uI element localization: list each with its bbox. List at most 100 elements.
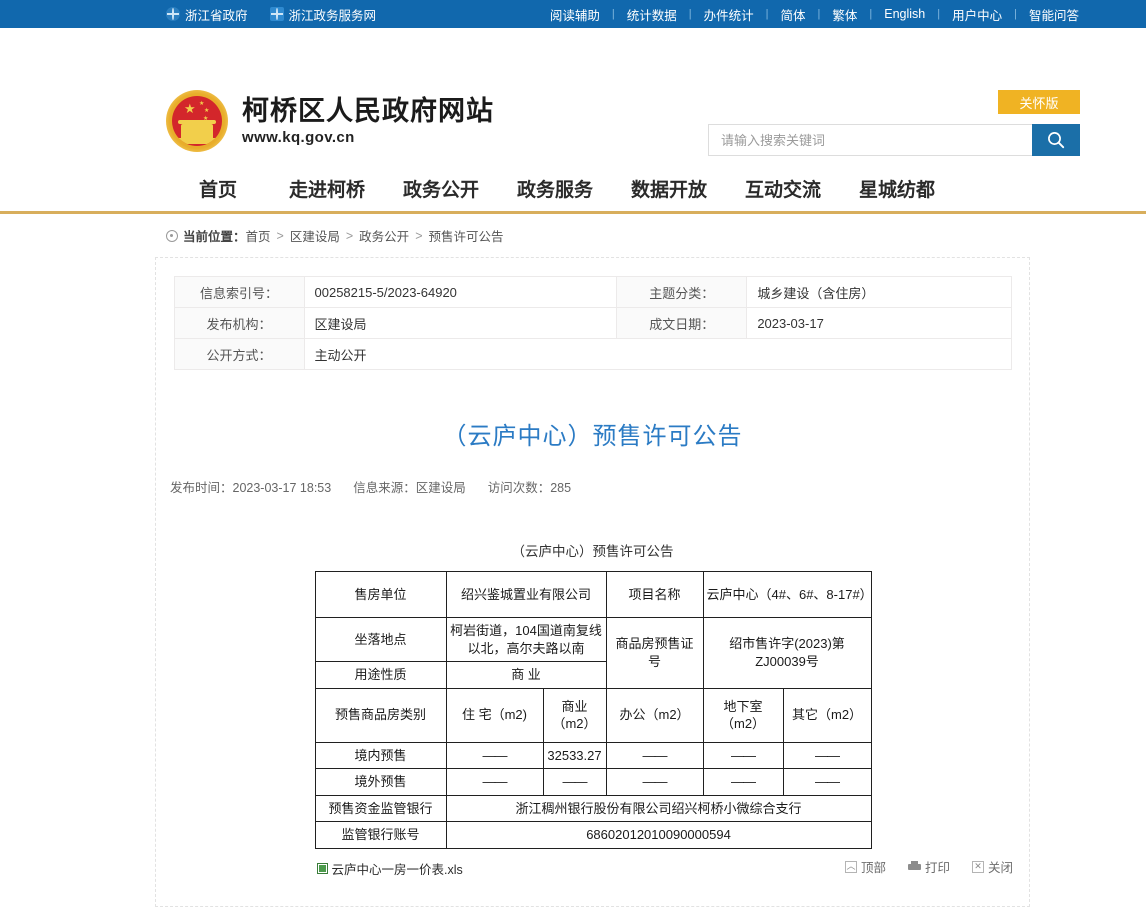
top-bar-right-links: 阅读辅助 | 统计数据 | 办件统计 | 简体 | 繁体 | English |… <box>549 5 1080 24</box>
close-button[interactable]: ✕ 关闭 <box>971 857 1013 876</box>
breadcrumb-item-presale-notice[interactable]: 预售许可公告 <box>429 226 504 245</box>
cell-account-label: 监管银行账号 <box>314 821 447 849</box>
top-link-user-center[interactable]: 用户中心 <box>951 5 1003 24</box>
attachment-name: 云庐中心一房一价表.xls <box>331 862 463 877</box>
separator: | <box>611 8 615 20</box>
cell-bank-value: 浙江稠州银行股份有限公司绍兴柯桥小微综合支行 <box>445 794 872 823</box>
cell-domestic-other: —— <box>782 741 872 770</box>
chevron-up-icon: ︿ <box>844 860 857 873</box>
table-row: 预售资金监管银行 浙江稠州银行股份有限公司绍兴柯桥小微综合支行 <box>314 794 872 823</box>
table-row: 信息索引号： 00258215-5/2023-64920 主题分类： 城乡建设（… <box>173 276 1012 308</box>
cell-overseas-commercial: —— <box>542 768 607 796</box>
globe-icon <box>269 7 284 21</box>
search-input[interactable] <box>708 124 1032 156</box>
search-button[interactable] <box>1032 124 1080 156</box>
table-row: 售房单位 绍兴鉴城置业有限公司 项目名称 云庐中心（4#、6#、8-17#） <box>314 571 873 618</box>
site-search <box>708 124 1080 156</box>
top-link-reading-aid[interactable]: 阅读辅助 <box>549 5 601 24</box>
cell-overseas-label: 境外预售 <box>314 768 447 796</box>
nav-item-government-services[interactable]: 政务服务 <box>498 175 612 202</box>
xls-file-icon <box>316 862 328 874</box>
cell-domestic-label: 境内预售 <box>314 741 447 770</box>
meta-value-index-number: 00258215-5/2023-64920 <box>303 276 618 308</box>
meta-label-topic-category: 主题分类： <box>616 276 748 308</box>
nav-item-about-keqiao[interactable]: 走进柯桥 <box>270 175 384 202</box>
breadcrumb-item-construction-bureau[interactable]: 区建设局 <box>290 226 340 245</box>
site-header: ★ ★ ★ ★ ★ 柯桥区人民政府网站 www.kq.gov.cn 关怀版 <box>0 28 1146 166</box>
meta-value-document-date: 2023-03-17 <box>746 307 1012 339</box>
nav-item-interaction[interactable]: 互动交流 <box>726 175 840 202</box>
meta-label-document-date: 成文日期： <box>616 307 748 339</box>
cell-category-office: 办公（m2） <box>605 687 704 743</box>
star-glyph: ★ <box>204 108 210 114</box>
top-link-simplified[interactable]: 简体 <box>780 5 807 24</box>
cell-seller-value: 绍兴鉴城置业有限公司 <box>445 571 607 618</box>
nav-item-government-disclosure[interactable]: 政务公开 <box>384 175 498 202</box>
table-row: 境外预售 —— —— —— —— —— <box>314 768 872 796</box>
meta-value-topic-category: 城乡建设（含住房） <box>746 276 1012 308</box>
cell-domestic-basement: —— <box>702 741 784 770</box>
cell-usage-value: 商 业 <box>445 661 607 689</box>
top-link-english[interactable]: English <box>883 7 926 21</box>
top-link-label: 浙江政务服务网 <box>288 8 377 23</box>
cell-seller-label: 售房单位 <box>314 571 447 618</box>
cell-category-label: 预售商品房类别 <box>314 687 447 743</box>
nav-item-xingcheng-fangdu[interactable]: 星城纺都 <box>840 175 954 202</box>
back-to-top-label: 顶部 <box>860 861 886 875</box>
top-link-traditional[interactable]: 繁体 <box>831 5 858 24</box>
cell-category-residential: 住 宅（m2) <box>445 687 544 743</box>
article-footer-actions: ︿ 顶部 打印 ✕ 关闭 <box>844 857 1013 876</box>
main-navigation: 首页 走进柯桥 政务公开 政务服务 数据开放 互动交流 星城纺都 <box>0 166 1146 214</box>
site-title: 柯桥区人民政府网站 <box>242 95 494 126</box>
breadcrumb-separator: > <box>276 228 284 243</box>
breadcrumb: 当前位置： 首页 > 区建设局 > 政务公开 > 预售许可公告 <box>0 214 1146 251</box>
top-link-zhejiang-gov[interactable]: 浙江省政府 <box>166 5 248 24</box>
cell-domestic-residential: —— <box>445 741 544 770</box>
site-brand[interactable]: ★ ★ ★ ★ ★ 柯桥区人民政府网站 www.kq.gov.cn <box>166 90 494 152</box>
information-source: 信息来源：区建设局 <box>353 481 466 495</box>
top-link-case-statistics[interactable]: 办件统计 <box>703 5 755 24</box>
top-link-statistics-data[interactable]: 统计数据 <box>626 5 678 24</box>
close-icon: ✕ <box>971 860 984 873</box>
page-title: （云庐中心）预售许可公告 <box>442 423 743 450</box>
emblem-base-shape <box>175 138 219 144</box>
top-link-smart-qa[interactable]: 智能问答 <box>1028 5 1080 24</box>
back-to-top-button[interactable]: ︿ 顶部 <box>844 857 886 876</box>
cell-overseas-residential: —— <box>445 768 544 796</box>
document-metadata-table: 信息索引号： 00258215-5/2023-64920 主题分类： 城乡建设（… <box>173 276 1012 370</box>
table-row: 预售商品房类别 住 宅（m2) 商业（m2） 办公（m2） 地下室（m2） 其它… <box>314 687 872 743</box>
separator: | <box>817 8 821 20</box>
cell-location-label: 坐落地点 <box>314 616 447 663</box>
location-icon <box>166 229 178 242</box>
nav-item-open-data[interactable]: 数据开放 <box>612 175 726 202</box>
star-glyph: ★ <box>199 101 205 107</box>
cell-cert-value: 绍市售许字(2023)第ZJ00039号 <box>702 617 872 689</box>
cell-category-other: 其它（m2） <box>782 687 872 743</box>
top-utility-bar: 浙江省政府 浙江政务服务网 阅读辅助 | 统计数据 | 办件统计 | 简体 | … <box>0 0 1146 28</box>
site-url: www.kq.gov.cn <box>242 129 355 147</box>
breadcrumb-separator: > <box>345 228 354 243</box>
publish-time: 发布时间：2023-03-17 18:53 <box>170 481 332 495</box>
cell-location-value: 柯岩街道，104国道南复线以北，高尔夫路以南 <box>445 616 607 663</box>
tiananmen-shape <box>178 120 216 138</box>
print-button[interactable]: 打印 <box>907 857 950 876</box>
article-container: 信息索引号： 00258215-5/2023-64920 主题分类： 城乡建设（… <box>155 257 1030 907</box>
cell-category-commercial: 商业（m2） <box>542 687 607 743</box>
accessibility-version-button[interactable]: 关怀版 <box>998 90 1080 114</box>
cell-domestic-office: —— <box>605 741 704 770</box>
cell-cert-label: 商品房预售证号 <box>605 617 704 689</box>
nav-item-home[interactable]: 首页 <box>166 175 270 202</box>
top-link-zhejiang-service[interactable]: 浙江政务服务网 <box>269 5 377 24</box>
cell-category-basement: 地下室（m2） <box>702 687 784 743</box>
attachment-link[interactable]: 云庐中心一房一价表.xls <box>315 859 871 878</box>
search-icon <box>1048 132 1065 149</box>
table-row: 境内预售 —— 32533.27 —— —— —— <box>314 741 872 770</box>
breadcrumb-item-disclosure[interactable]: 政务公开 <box>359 226 409 245</box>
globe-icon <box>166 7 180 21</box>
breadcrumb-item-home[interactable]: 首页 <box>246 226 271 245</box>
separator: | <box>937 8 941 20</box>
top-bar-left-links: 浙江省政府 浙江政务服务网 <box>166 5 376 24</box>
table-row: 监管银行账号 68602012010090000594 <box>314 821 872 849</box>
cell-overseas-basement: —— <box>702 768 784 796</box>
cell-domestic-commercial: 32533.27 <box>542 741 607 770</box>
